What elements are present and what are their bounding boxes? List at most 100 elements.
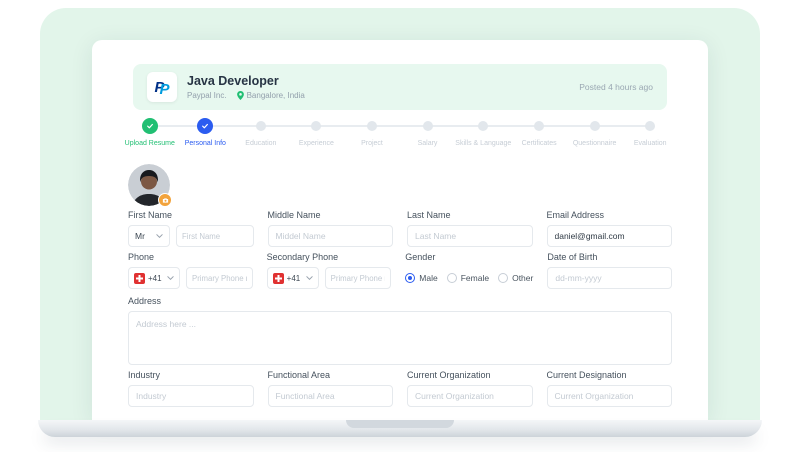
step-pending-dot — [422, 121, 433, 131]
secondary-phone-field: Secondary Phone +41 — [266, 252, 392, 289]
salutation-select[interactable]: Mr — [128, 225, 170, 247]
radio-selected-icon — [405, 273, 416, 283]
step-salary[interactable]: Salary — [400, 118, 456, 147]
last-name-input[interactable] — [407, 225, 533, 247]
step-label: Certificates — [521, 140, 557, 147]
gender-option-male[interactable]: Male — [405, 273, 438, 283]
step-label: Questionnaire — [572, 140, 617, 147]
current-organization-field: Current Organization — [407, 370, 533, 407]
functional-area-label: Functional Area — [267, 370, 331, 380]
company-name: Paypal Inc. — [187, 91, 227, 100]
gender-option-other[interactable]: Other — [498, 273, 533, 283]
gender-option-female[interactable]: Female — [446, 273, 490, 283]
email-label: Email Address — [546, 210, 605, 220]
chevron-down-icon — [167, 276, 174, 280]
middle-name-label: Middle Name — [267, 210, 321, 220]
posted-time: Posted 4 hours ago — [579, 82, 653, 92]
swiss-flag-icon — [272, 272, 284, 284]
step-upload-resume[interactable]: Upload Resume — [122, 118, 178, 147]
secondary-phone-label: Secondary Phone — [266, 252, 339, 262]
step-pending-dot — [645, 121, 656, 131]
first-name-label: First Name — [128, 210, 173, 220]
paypal-logo-icon: PP — [154, 78, 170, 98]
dob-input[interactable] — [547, 267, 672, 289]
address-field: Address — [128, 296, 672, 370]
phone-label: Phone — [128, 252, 155, 262]
current-organization-input[interactable] — [407, 385, 533, 407]
camera-icon — [162, 197, 168, 203]
address-label: Address — [128, 296, 162, 306]
step-label: Education — [245, 140, 277, 147]
email-input[interactable] — [546, 225, 672, 247]
laptop-mockup: PP Java Developer Paypal Inc. Bangalore,… — [0, 0, 800, 452]
industry-label: Industry — [128, 370, 161, 380]
location-pin-icon — [236, 91, 244, 100]
dob-label: Date of Birth — [547, 252, 598, 262]
current-designation-input[interactable] — [546, 385, 672, 407]
step-label: Upload Resume — [124, 140, 175, 147]
industry-field: Industry — [128, 370, 254, 407]
profile-photo — [128, 164, 172, 207]
step-label: Evaluation — [633, 140, 667, 147]
step-label: Skills & Language — [455, 140, 512, 147]
current-organization-label: Current Organization — [407, 370, 491, 380]
last-name-label: Last Name — [407, 210, 451, 220]
form-row-2: Phone +41 Secondary Phone +41 — [128, 252, 672, 289]
job-header-card: PP Java Developer Paypal Inc. Bangalore,… — [133, 64, 667, 110]
phone-country-select[interactable]: +41 — [128, 267, 180, 289]
current-designation-label: Current Designation — [546, 370, 627, 380]
step-project[interactable]: Project — [344, 118, 400, 147]
gender-field: Gender Male Female Other — [405, 252, 533, 289]
radio-icon — [498, 273, 509, 283]
salutation-value: Mr — [135, 231, 145, 241]
first-name-input[interactable] — [176, 225, 254, 247]
industry-input[interactable] — [128, 385, 254, 407]
radio-icon — [446, 273, 457, 283]
job-location: Bangalore, India — [246, 91, 305, 100]
step-label: Personal Info — [184, 140, 226, 147]
secondary-phone-country-select[interactable]: +41 — [266, 267, 319, 289]
chevron-down-icon — [305, 276, 313, 280]
secondary-phone-input[interactable] — [324, 267, 392, 289]
step-personal-info[interactable]: Personal Info — [178, 118, 234, 147]
radio-label: Other — [512, 273, 534, 283]
edit-photo-camera-badge[interactable] — [158, 193, 172, 207]
step-evaluation[interactable]: Evaluation — [622, 118, 678, 147]
step-pending-dot — [255, 121, 266, 131]
step-skills-language[interactable]: Skills & Language — [455, 118, 511, 147]
middle-name-input[interactable] — [267, 225, 393, 247]
last-name-field: Last Name — [407, 210, 533, 247]
step-questionnaire[interactable]: Questionnaire — [567, 118, 623, 147]
step-education[interactable]: Education — [233, 118, 289, 147]
step-experience[interactable]: Experience — [289, 118, 345, 147]
job-title: Java Developer — [187, 74, 279, 88]
phone-input[interactable] — [186, 267, 253, 289]
laptop-notch — [346, 420, 454, 428]
step-pending-dot — [589, 121, 600, 131]
application-stepper: Upload Resume Personal Info Education Ex… — [122, 118, 678, 147]
form-row-4: Industry Functional Area Current Organiz… — [128, 370, 672, 407]
app-window: PP Java Developer Paypal Inc. Bangalore,… — [92, 40, 708, 420]
step-pending-dot — [311, 121, 322, 131]
first-name-field: First Name Mr — [128, 210, 254, 247]
step-pending-dot — [478, 121, 489, 131]
radio-label: Male — [419, 273, 438, 283]
address-input[interactable] — [128, 311, 672, 365]
step-active-check-icon — [197, 118, 214, 134]
radio-label: Female — [460, 273, 490, 283]
phone-field: Phone +41 — [128, 252, 253, 289]
step-label: Salary — [417, 140, 438, 147]
chevron-down-icon — [156, 234, 163, 238]
swiss-flag-icon — [134, 272, 145, 284]
step-label: Project — [361, 140, 383, 147]
laptop-base — [38, 420, 762, 437]
step-pending-dot — [366, 121, 377, 131]
gender-label: Gender — [405, 252, 436, 262]
step-pending-dot — [534, 121, 545, 131]
dial-code: +41 — [148, 273, 162, 283]
dob-field: Date of Birth — [547, 252, 672, 289]
step-certificates[interactable]: Certificates — [511, 118, 567, 147]
paypal-logo: PP — [147, 72, 177, 102]
functional-area-input[interactable] — [267, 385, 393, 407]
form-row-1: First Name Mr Middle Name Last Name Emai — [128, 210, 672, 247]
